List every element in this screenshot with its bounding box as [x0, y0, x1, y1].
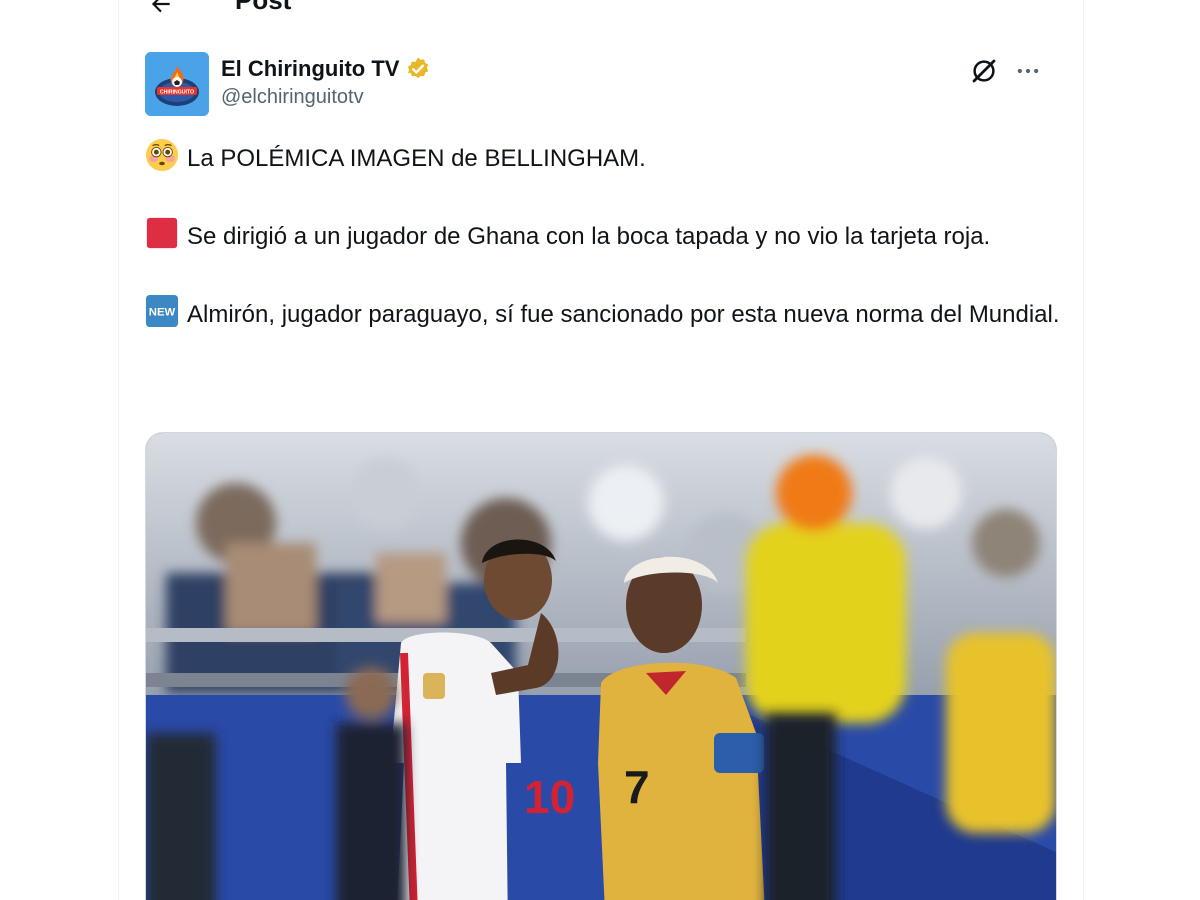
page-title: Post	[235, 0, 292, 15]
new-button-emoji: NEW	[145, 294, 179, 328]
tweet-line-3: Almirón, jugador paraguayo, sí fue sanci…	[187, 301, 1060, 328]
avatar-text: CHIRINGUITO	[160, 90, 194, 96]
flushed-face-emoji	[145, 138, 179, 172]
red-card-emoji	[146, 217, 178, 249]
post-column: Post CHIRINGUITO El Chiringuito TV @elch…	[118, 0, 1084, 900]
grok-icon	[972, 59, 996, 83]
chiringuito-logo-icon: CHIRINGUITO	[145, 52, 209, 116]
more-options-button[interactable]	[1011, 54, 1045, 88]
left-player-number: 10	[524, 771, 575, 823]
top-bar: Post	[119, 0, 1083, 22]
avatar[interactable]: CHIRINGUITO	[145, 52, 209, 116]
grok-button[interactable]	[967, 54, 1001, 88]
display-name[interactable]: El Chiringuito TV	[221, 56, 399, 82]
author-names: El Chiringuito TV @elchiringuitotv	[221, 54, 431, 109]
page: Post CHIRINGUITO El Chiringuito TV @elch…	[0, 0, 1200, 900]
arrow-left-icon	[151, 0, 170, 13]
tweet-text: La POLÉMICA IMAGEN de BELLINGHAM. Se dir…	[145, 138, 1065, 334]
match-photo: 10 7	[146, 433, 1056, 900]
author-handle[interactable]: @elchiringuitotv	[221, 86, 431, 109]
new-emoji-text: NEW	[149, 307, 176, 319]
display-name-line: El Chiringuito TV	[221, 54, 431, 84]
tweet-paragraph-1: La POLÉMICA IMAGEN de BELLINGHAM.	[145, 138, 1065, 178]
author-row: CHIRINGUITO El Chiringuito TV @elchiring…	[145, 52, 1057, 118]
tweet-paragraph-3: NEW Almirón, jugador paraguayo, sí fue s…	[145, 294, 1065, 334]
verified-badge-icon	[408, 57, 429, 78]
right-player-number: 7	[624, 761, 650, 813]
tweet-media-photo[interactable]: 10 7	[145, 432, 1057, 900]
back-button[interactable]	[143, 0, 179, 22]
more-horizontal-icon	[1017, 68, 1039, 74]
tweet-line-1: La POLÉMICA IMAGEN de BELLINGHAM.	[187, 145, 646, 172]
tweet-line-2: Se dirigió a un jugador de Ghana con la …	[187, 223, 991, 250]
tweet-paragraph-2: Se dirigió a un jugador de Ghana con la …	[145, 216, 1065, 256]
